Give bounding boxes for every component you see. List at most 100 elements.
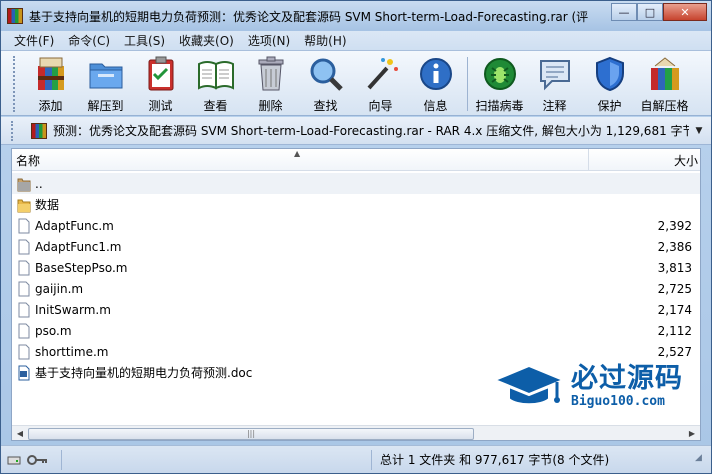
graduation-cap-logo-icon — [492, 364, 566, 406]
menu-tools[interactable]: 工具(S) — [117, 32, 172, 49]
file-icon — [18, 281, 30, 296]
column-header-name[interactable]: 名称 ▲ — [12, 149, 589, 171]
delete-label: 删除 — [258, 99, 283, 113]
file-icon — [18, 239, 30, 254]
menu-file[interactable]: 文件(F) — [7, 32, 61, 49]
toolbar-separator — [467, 57, 468, 111]
scroll-thumb[interactable]: ||| — [28, 427, 474, 440]
list-item[interactable]: BaseStepPso.m 3,813 — [12, 257, 700, 278]
list-rows: .. 数据 AdaptFunc.m 2,392 AdaptFunc1.m 2,3… — [12, 173, 700, 383]
file-icon — [18, 323, 30, 338]
add-button[interactable]: 添加 — [23, 51, 78, 115]
column-name-label: 名称 — [16, 153, 41, 168]
comment-button[interactable]: 注释 — [527, 51, 582, 115]
extract-to-button[interactable]: 解压到 — [78, 51, 133, 115]
watermark-title: 必过源码 — [571, 362, 683, 394]
shield-icon — [591, 55, 629, 93]
watermark-url: Biguo100.com — [571, 393, 665, 409]
add-label: 添加 — [38, 99, 63, 113]
item-name: pso.m — [35, 323, 72, 338]
menu-bar: 文件(F) 命令(C) 工具(S) 收藏夹(O) 选项(N) 帮助(H) — [1, 31, 711, 50]
chevron-down-icon[interactable]: ▼ — [691, 123, 707, 139]
view-book-icon — [197, 55, 235, 93]
item-name: AdaptFunc.m — [35, 218, 114, 233]
window-title: 基于支持向量机的短期电力负荷预测：优秀论文及配套源码 SVM Short-ter… — [29, 9, 589, 24]
status-left-pane — [61, 449, 371, 470]
test-clipboard-icon — [142, 55, 180, 93]
status-summary: 总计 1 文件夹 和 977,617 字节(8 个文件) — [371, 449, 695, 470]
column-header-size[interactable]: 大小 — [589, 149, 700, 171]
sfx-label: 自解压格 — [640, 99, 689, 113]
winrar-window: 基于支持向量机的短期电力负荷预测：优秀论文及配套源码 SVM Short-ter… — [0, 0, 712, 474]
column-size-label: 大小 — [673, 153, 698, 168]
sfx-button[interactable]: 自解压格 — [637, 51, 692, 115]
list-item[interactable]: AdaptFunc1.m 2,386 — [12, 236, 700, 257]
item-name: .. — [35, 176, 43, 191]
maximize-button[interactable]: □ — [637, 3, 663, 21]
menu-favorites[interactable]: 收藏夹(O) — [172, 32, 241, 49]
file-icon — [18, 344, 30, 359]
menu-help[interactable]: 帮助(H) — [297, 32, 353, 49]
address-bar: 预测：优秀论文及配套源码 SVM Short-term-Load-Forecas… — [1, 117, 711, 145]
toolbar: 添加 解压到 测试 查看 删除 查找 向导 信息 扫描病毒 注释 保护 自解压格 — [1, 50, 711, 116]
wizard-button[interactable]: 向导 — [353, 51, 408, 115]
drive-icon[interactable] — [7, 454, 21, 466]
virus-scan-label: 扫描病毒 — [475, 99, 524, 113]
item-name: shorttime.m — [35, 344, 109, 359]
item-name: 基于支持向量机的短期电力负荷预测.doc — [35, 366, 253, 380]
item-size: 2,112 — [657, 323, 692, 338]
key-icon[interactable] — [27, 454, 49, 466]
add-archive-icon — [32, 55, 70, 93]
info-icon — [417, 55, 455, 93]
window-controls: — □ ✕ — [611, 3, 707, 21]
menu-options[interactable]: 选项(N) — [241, 32, 297, 49]
test-button[interactable]: 测试 — [133, 51, 188, 115]
archive-path[interactable]: 预测：优秀论文及配套源码 SVM Short-term-Load-Forecas… — [53, 122, 689, 139]
resize-grip-icon[interactable]: ◢ — [695, 453, 709, 467]
scroll-left-icon[interactable]: ◀ — [12, 426, 28, 440]
info-label: 信息 — [423, 99, 448, 113]
toolbar-grip[interactable] — [13, 56, 17, 112]
find-button[interactable]: 查找 — [298, 51, 353, 115]
watermark: 必过源码 Biguo100.com — [491, 357, 711, 415]
protect-button[interactable]: 保护 — [582, 51, 637, 115]
title-bar[interactable]: 基于支持向量机的短期电力负荷预测：优秀论文及配套源码 SVM Short-ter… — [1, 1, 711, 31]
menu-commands[interactable]: 命令(C) — [61, 32, 117, 49]
trash-can-icon — [252, 55, 290, 93]
item-size: 2,725 — [657, 281, 692, 296]
item-size: 2,174 — [657, 302, 692, 317]
item-size: 2,392 — [657, 218, 692, 233]
list-header: 名称 ▲ 大小 — [12, 149, 700, 171]
list-item[interactable]: InitSwarm.m 2,174 — [12, 299, 700, 320]
status-bar: 总计 1 文件夹 和 977,617 字节(8 个文件) ◢ — [1, 445, 711, 473]
item-name: InitSwarm.m — [35, 302, 111, 317]
list-item[interactable]: AdaptFunc.m 2,392 — [12, 215, 700, 236]
file-icon — [18, 302, 30, 317]
item-size: 2,386 — [657, 239, 692, 254]
horizontal-scrollbar[interactable]: ◀ ||| ▶ — [12, 425, 700, 440]
comment-label: 注释 — [542, 99, 567, 113]
archive-icon — [31, 122, 47, 139]
virus-scan-button[interactable]: 扫描病毒 — [472, 51, 527, 115]
wizard-label: 向导 — [368, 99, 393, 113]
delete-button[interactable]: 删除 — [243, 51, 298, 115]
view-button[interactable]: 查看 — [188, 51, 243, 115]
item-size: 3,813 — [657, 260, 692, 275]
list-item[interactable]: 数据 — [12, 194, 700, 215]
list-item[interactable]: gaijin.m 2,725 — [12, 278, 700, 299]
magnifier-icon — [307, 55, 345, 93]
address-grip[interactable] — [11, 120, 15, 141]
scroll-right-icon[interactable]: ▶ — [684, 426, 700, 440]
folder-icon — [17, 199, 31, 212]
minimize-button[interactable]: — — [611, 3, 637, 21]
info-button[interactable]: 信息 — [408, 51, 463, 115]
list-item[interactable]: pso.m 2,112 — [12, 320, 700, 341]
close-button[interactable]: ✕ — [663, 3, 707, 21]
list-item[interactable]: .. — [12, 173, 700, 194]
sfx-archive-icon — [646, 55, 684, 93]
find-label: 查找 — [313, 99, 338, 113]
view-label: 查看 — [203, 99, 228, 113]
virus-scan-icon — [481, 55, 519, 93]
item-name: BaseStepPso.m — [35, 260, 128, 275]
file-icon — [18, 260, 30, 275]
